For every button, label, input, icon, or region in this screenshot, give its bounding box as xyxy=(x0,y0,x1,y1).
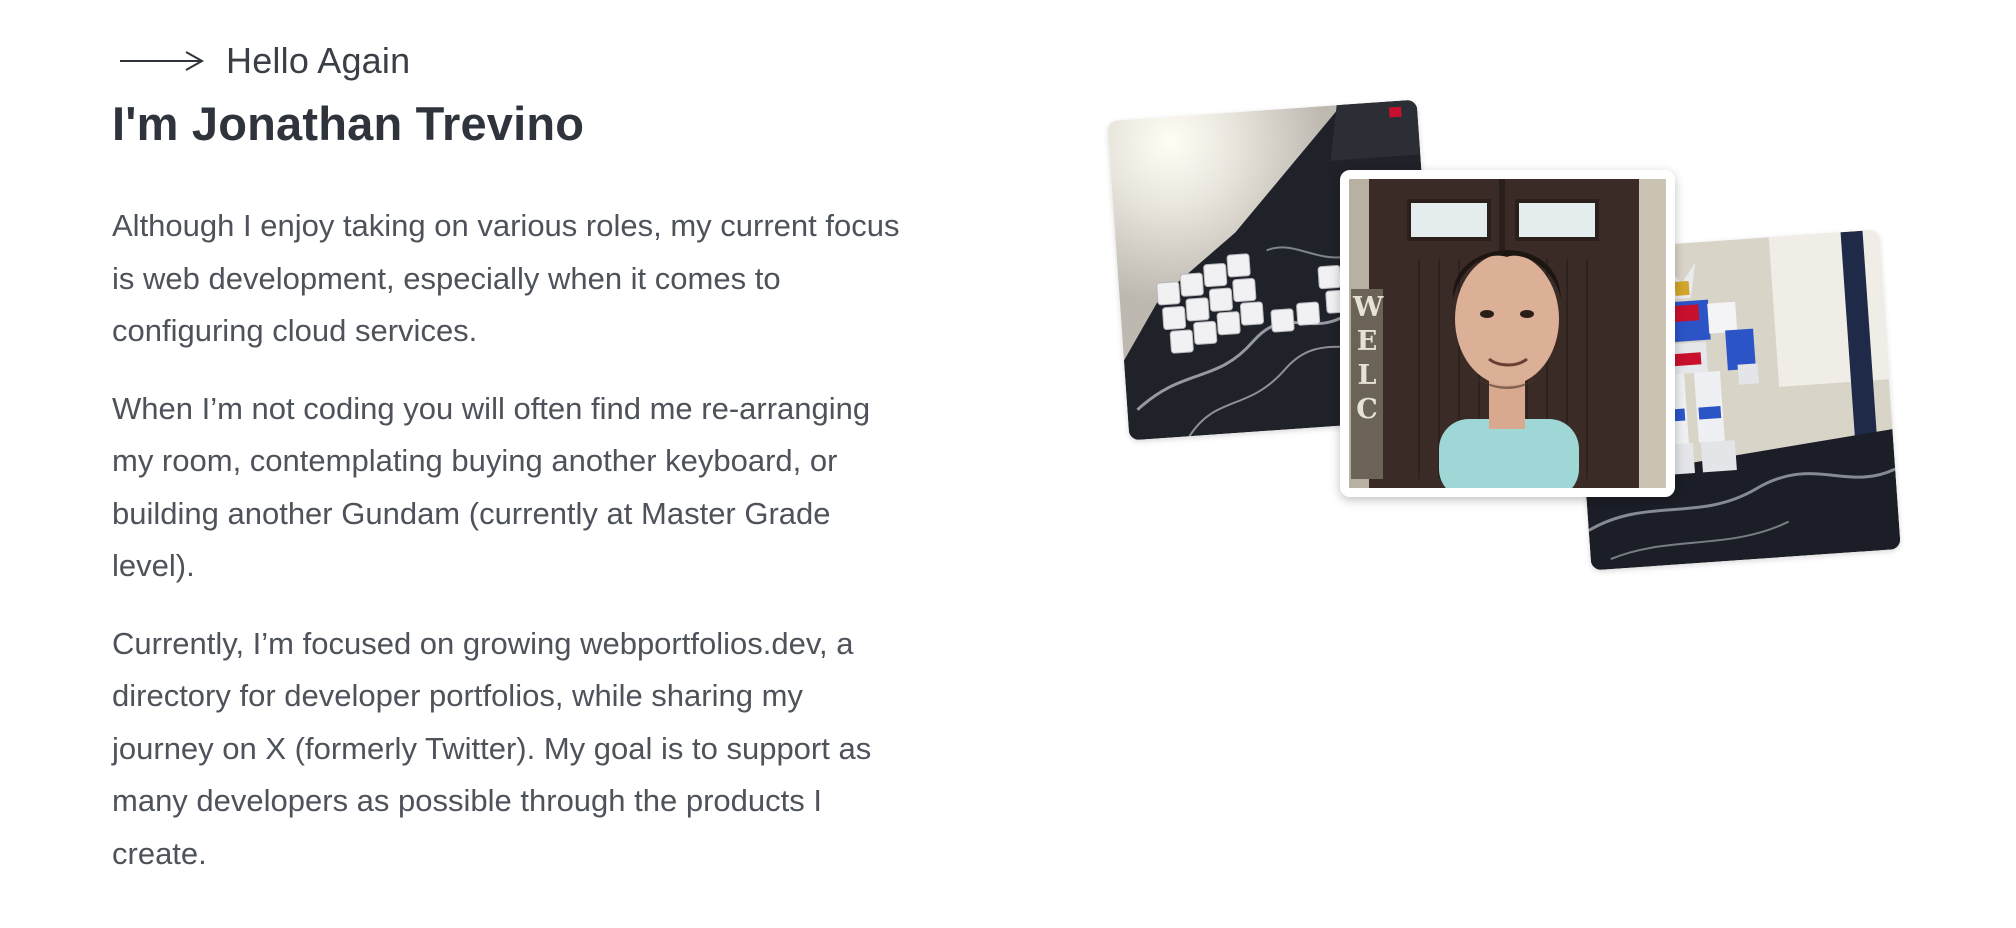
bio: Although I enjoy taking on various roles… xyxy=(112,200,912,905)
portrait-photo: WELC xyxy=(1340,170,1675,497)
bio-paragraph: Currently, I’m focused on growing webpor… xyxy=(112,625,872,871)
eyebrow-text: Hello Again xyxy=(226,40,411,81)
photo-collage: WELC xyxy=(1100,90,1920,610)
arrow-right-icon xyxy=(120,51,205,71)
eyebrow: Hello Again xyxy=(118,40,410,82)
page-title: I'm Jonathan Trevino xyxy=(112,97,585,150)
welcome-sign-text: WELC xyxy=(1353,292,1384,425)
bio-paragraph: When I’m not coding you will often find … xyxy=(112,390,871,584)
bio-paragraph: Although I enjoy taking on various roles… xyxy=(112,208,900,348)
